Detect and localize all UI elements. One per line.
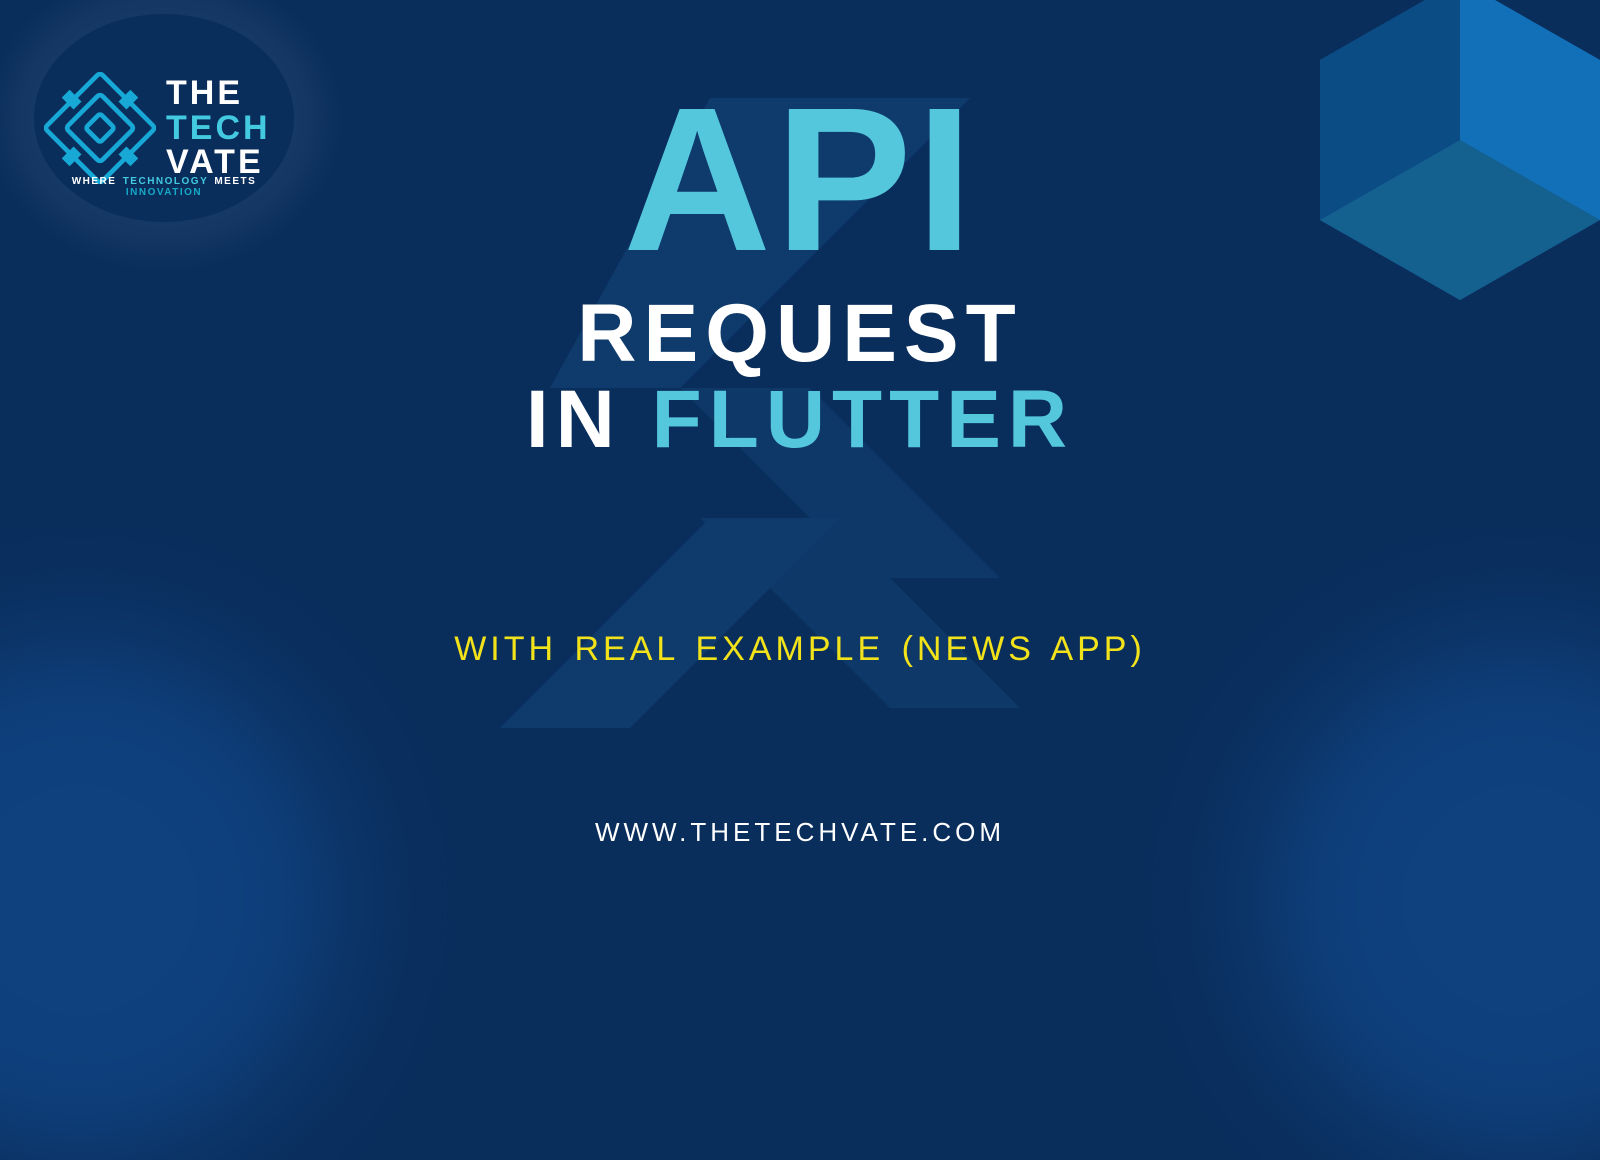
headline-word-request: REQUEST — [0, 292, 1600, 376]
headline-word-flutter: FLUTTER — [652, 374, 1074, 465]
glow-blob-right — [1260, 640, 1600, 1160]
headline-word-in: IN — [526, 374, 652, 465]
footer-site-url: WWW.THETECHVATE.COM — [0, 817, 1600, 848]
subheading: WITH REAL EXAMPLE (NEWS APP) — [0, 630, 1600, 669]
glow-blob-left — [0, 640, 340, 1160]
main-headline: API REQUEST IN FLUTTER — [0, 90, 1600, 465]
headline-word-api: API — [0, 90, 1600, 270]
headline-line-in-flutter: IN FLUTTER — [0, 376, 1600, 465]
